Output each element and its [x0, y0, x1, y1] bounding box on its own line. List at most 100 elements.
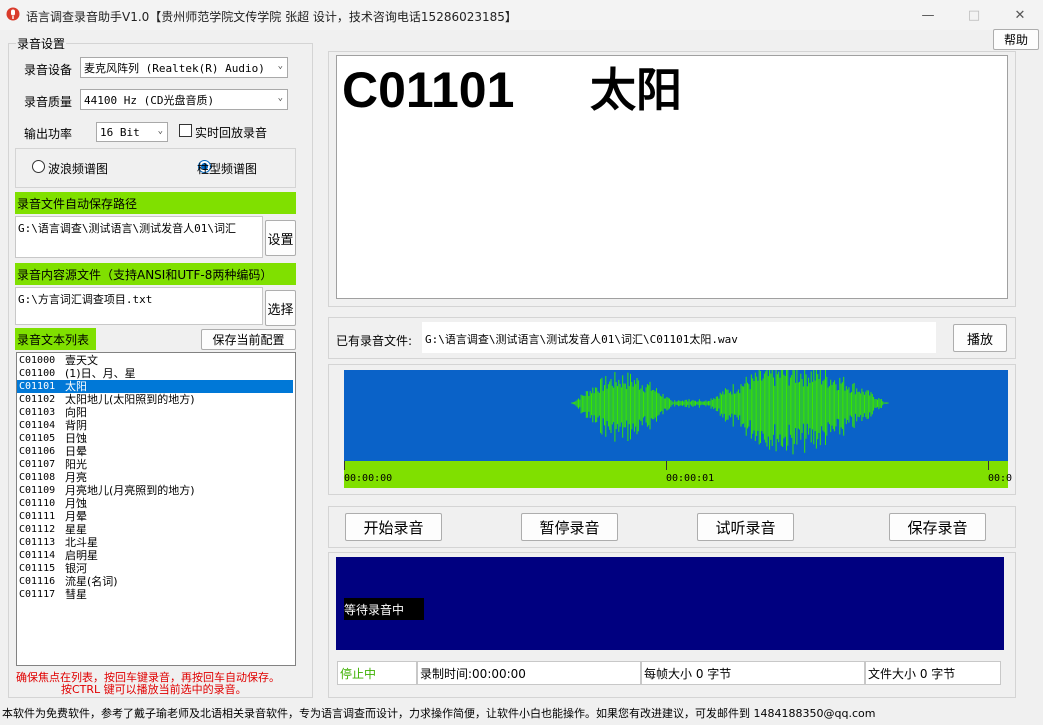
list-item[interactable]: C01104 背阴: [17, 419, 295, 432]
list-item-code: C01101: [19, 381, 56, 392]
list-item-code: C01104: [19, 420, 56, 431]
list-item[interactable]: C01109 月亮地儿(月亮照到的地方): [17, 484, 295, 497]
list-item-code: C01000: [19, 355, 56, 366]
list-item[interactable]: C01117 彗星: [17, 588, 295, 601]
list-item[interactable]: C01101 太阳: [17, 380, 293, 393]
display-code: C01101: [342, 62, 515, 118]
display-word: 太阳: [590, 63, 682, 117]
list-item[interactable]: C01111 月晕: [17, 510, 295, 523]
playback-label: 实时回放录音: [195, 126, 268, 140]
bar-spectrum-label: 柱型频谱图: [197, 162, 258, 176]
list-item-code: C01111: [19, 511, 56, 522]
waveform-graph: [571, 361, 889, 455]
list-item-text: 背阴: [65, 419, 87, 432]
window-title: 语言调查录音助手V1.0【贵州师范学院文传学院 张超 设计，技术咨询电话1528…: [26, 10, 517, 24]
power-label: 输出功率: [24, 127, 73, 141]
list-item-code: C01107: [19, 459, 56, 470]
list-header: 录音文本列表: [15, 328, 96, 350]
waveform-display: [344, 361, 1008, 461]
list-item-code: C01109: [19, 485, 56, 496]
device-value: 麦克风阵列 (Realtek(R) Audio): [84, 61, 265, 75]
list-item-text: 日晕: [65, 445, 87, 458]
list-item-text: 北斗星: [65, 536, 98, 549]
recorded-file-path: G:\语言调查\测试语言\测试发音人01\词汇\C01101太阳.wav: [422, 322, 936, 353]
wave-spectrum-radio[interactable]: [32, 160, 45, 173]
list-item[interactable]: C01106 日晕: [17, 445, 295, 458]
list-item[interactable]: C01107 阳光: [17, 458, 295, 471]
list-item[interactable]: C01100 (1)日、月、星: [17, 367, 295, 380]
list-item-text: 月蚀: [65, 497, 87, 510]
list-item[interactable]: C01105 日蚀: [17, 432, 295, 445]
list-item[interactable]: C01102 太阳地儿(太阳照到的地方): [17, 393, 295, 406]
list-item-text: 阳光: [65, 458, 87, 471]
power-select[interactable]: 16 Bit ⌄: [96, 122, 168, 142]
list-item-text: 彗星: [65, 588, 87, 601]
list-item-text: 壹天文: [65, 354, 98, 367]
chevron-down-icon: ⌄: [277, 93, 283, 103]
status-display: [336, 557, 1004, 650]
list-item-code: C01110: [19, 498, 56, 509]
quality-label: 录音质量: [24, 95, 73, 109]
list-item[interactable]: C01114 启明星: [17, 549, 295, 562]
minimize-icon: —: [921, 7, 935, 23]
list-item-code: C01113: [19, 537, 56, 548]
list-item-code: C01114: [19, 550, 56, 561]
pause-recording-button[interactable]: 暂停录音: [521, 513, 618, 541]
wave-spectrum-label: 波浪频谱图: [48, 162, 109, 176]
list-item-text: 太阳地儿(太阳照到的地方): [65, 393, 195, 406]
help-button[interactable]: 帮助: [993, 29, 1039, 50]
list-item-text: 月晕: [65, 510, 87, 523]
timeline-label-mid: 00:00:01: [666, 473, 715, 484]
list-item-code: C01103: [19, 407, 56, 418]
minimize-button[interactable]: —: [905, 0, 951, 30]
source-file-input[interactable]: G:\方言词汇调查项目.txt: [15, 287, 263, 325]
start-recording-button[interactable]: 开始录音: [345, 513, 442, 541]
frame-size: 每帧大小 0 字节: [641, 661, 865, 685]
list-item-text: 月亮: [65, 471, 87, 484]
device-select[interactable]: 麦克风阵列 (Realtek(R) Audio) ⌄: [80, 57, 288, 78]
tick-mark: [344, 461, 345, 470]
list-item-code: C01117: [19, 589, 56, 600]
timeline: 00:00:00 00:00:01 00:0: [344, 461, 1012, 488]
quality-value: 44100 Hz (CD光盘音质): [84, 93, 215, 107]
word-list[interactable]: C01000 壹天文 C01100 (1)日、月、星 C01101 太阳 C01102 太阳地…: [16, 352, 296, 666]
list-item[interactable]: C01116 流星(名词): [17, 575, 295, 588]
list-item[interactable]: C01103 向阳: [17, 406, 295, 419]
timeline-label-end: 00:0: [988, 473, 1013, 484]
file-size: 文件大小 0 字节: [865, 661, 1001, 685]
list-item[interactable]: C01000 壹天文: [17, 354, 295, 367]
save-config-button[interactable]: 保存当前配置: [201, 329, 296, 350]
list-item-text: 日蚀: [65, 432, 87, 445]
list-item[interactable]: C01113 北斗星: [17, 536, 295, 549]
list-item-text: 太阳: [65, 380, 87, 393]
list-item-text: 流星(名词): [65, 575, 118, 588]
select-file-button[interactable]: 选择: [265, 290, 296, 326]
list-item[interactable]: C01110 月蚀: [17, 497, 295, 510]
list-item[interactable]: C01108 月亮: [17, 471, 295, 484]
playback-checkbox[interactable]: [179, 124, 192, 137]
timeline-label-start: 00:00:00: [344, 473, 393, 484]
close-button[interactable]: ✕: [997, 0, 1043, 30]
set-path-button[interactable]: 设置: [265, 220, 296, 256]
save-path-input[interactable]: G:\语言调查\测试语言\测试发音人01\词汇: [15, 216, 263, 258]
list-item[interactable]: C01112 星星: [17, 523, 295, 536]
list-item-text: 银河: [65, 562, 87, 575]
list-item-code: C01100: [19, 368, 56, 379]
listen-recording-button[interactable]: 试听录音: [697, 513, 794, 541]
save-recording-button[interactable]: 保存录音: [889, 513, 986, 541]
record-time: 录制时间:00:00:00: [417, 661, 641, 685]
device-label: 录音设备: [24, 63, 73, 77]
recorded-file-label: 已有录音文件:: [336, 334, 413, 348]
maximize-button[interactable]: □: [951, 0, 997, 30]
play-button[interactable]: 播放: [953, 324, 1007, 352]
word-display: C01101 太阳: [336, 55, 1008, 299]
list-item[interactable]: C01115 银河: [17, 562, 295, 575]
list-item-code: C01116: [19, 576, 56, 587]
state-indicator: 停止中: [337, 661, 417, 685]
chevron-down-icon: ⌄: [277, 61, 283, 71]
list-item-code: C01112: [19, 524, 56, 535]
tick-mark: [666, 461, 667, 470]
list-item-code: C01102: [19, 394, 56, 405]
quality-select[interactable]: 44100 Hz (CD光盘音质) ⌄: [80, 89, 288, 110]
list-item-code: C01115: [19, 563, 56, 574]
